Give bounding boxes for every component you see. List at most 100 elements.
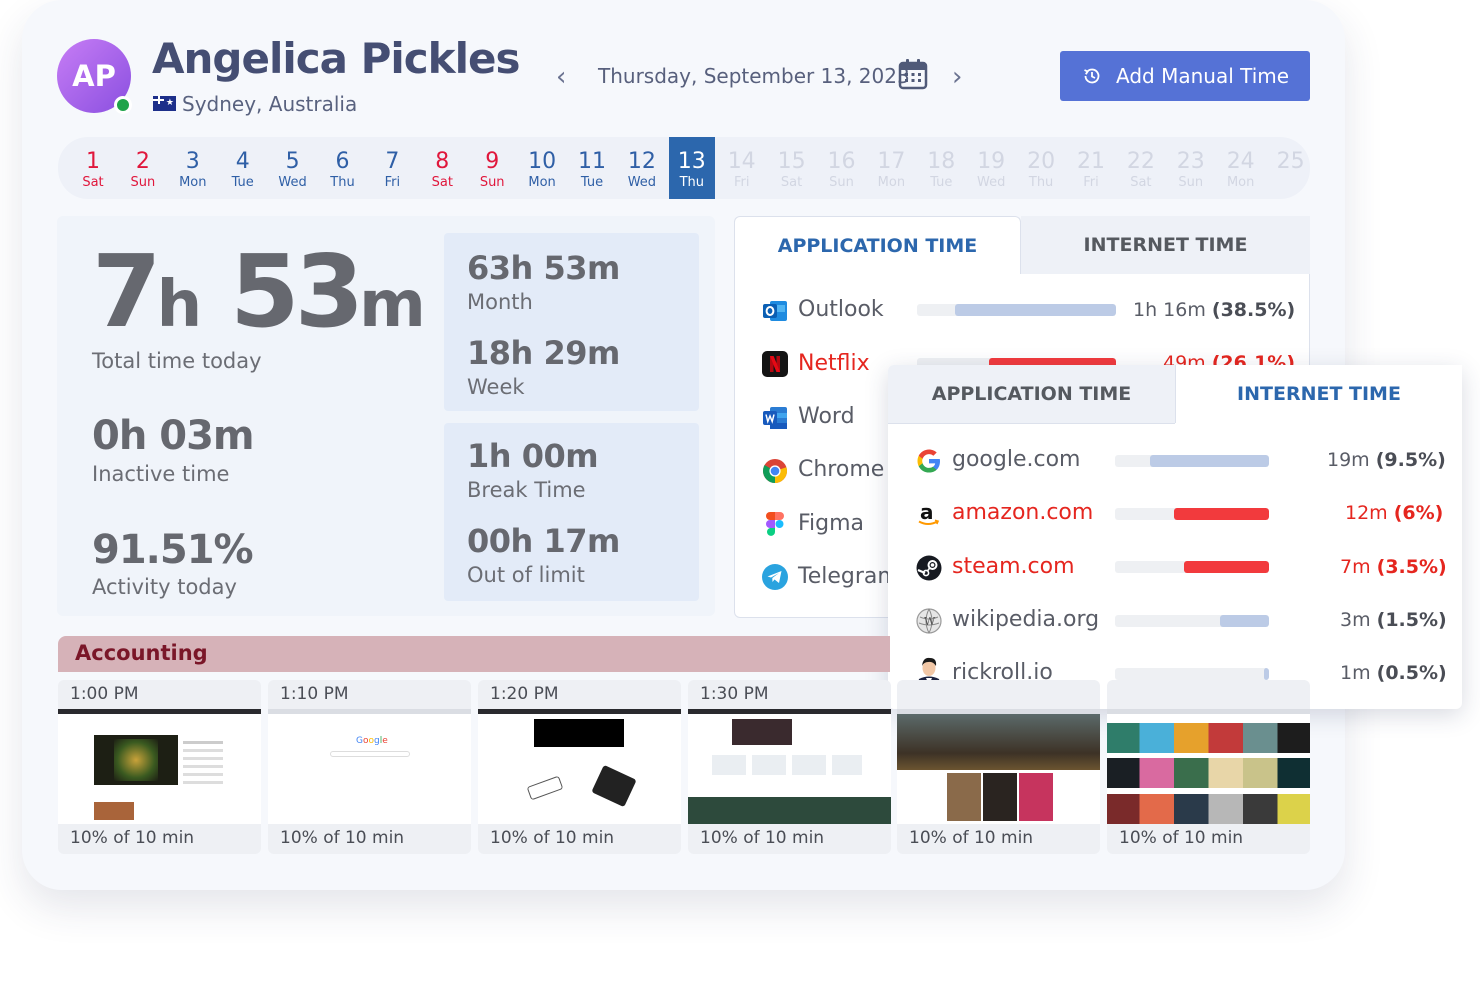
day-weekday: Sat [82, 175, 104, 190]
day-18[interactable]: 18 Tue [918, 137, 964, 199]
day-21[interactable]: 21 Fri [1068, 137, 1114, 199]
day-weekday: Sun [829, 175, 854, 190]
screenshot-thumbnail[interactable] [1107, 709, 1310, 824]
tab-internet-time-overlay[interactable]: INTERNET TIME [1175, 365, 1462, 423]
day-number: 17 [877, 149, 906, 174]
week-label: Week [467, 375, 525, 399]
chevron-right-icon[interactable]: › [952, 62, 962, 92]
screenshot-card[interactable]: 10% of 10 min [897, 680, 1100, 854]
day-number: 21 [1077, 149, 1105, 174]
day-17[interactable]: 17 Mon [868, 137, 914, 199]
site-time-wikipedia: 3m (1.5%) [1340, 609, 1447, 631]
day-weekday: Sat [1130, 175, 1152, 190]
app-name-telegram: Telegram [798, 564, 899, 589]
day-number: 16 [827, 149, 856, 174]
day-20[interactable]: 20 Thu [1018, 137, 1064, 199]
add-manual-time-label: Add Manual Time [1116, 64, 1290, 88]
day-number: 1 [86, 149, 100, 174]
week-value: 18h 29m [467, 334, 620, 372]
day-weekday: Tue [580, 175, 604, 190]
day-10[interactable]: 10 Mon [519, 137, 565, 199]
day-weekday: Thu [1028, 175, 1054, 190]
day-6[interactable]: 6 Thu [320, 137, 366, 199]
day-11[interactable]: 11 Tue [569, 137, 615, 199]
screenshot-time: 1:00 PM [70, 684, 139, 704]
figma-icon [766, 512, 784, 536]
australia-flag-icon [153, 96, 176, 111]
day-1[interactable]: 1 Sat [70, 137, 116, 199]
screenshot-time: 1:20 PM [490, 684, 559, 704]
day-number: 25 [1276, 149, 1305, 174]
site-time-steam: 7m (3.5%) [1340, 556, 1447, 578]
day-weekday: Wed [278, 175, 307, 190]
day-8[interactable]: 8 Sat [419, 137, 465, 199]
day-number: 2 [135, 149, 150, 174]
day-2[interactable]: 2 Sun [120, 137, 166, 199]
tab-application-time-overlay[interactable]: APPLICATION TIME [888, 365, 1175, 423]
day-25[interactable]: 25 [1268, 137, 1310, 199]
site-bar-google [1115, 455, 1269, 467]
app-bar-fill [954, 304, 1116, 316]
day-weekday: Sat [780, 175, 803, 190]
break-time-value: 1h 00m [467, 437, 599, 475]
telegram-icon [762, 564, 788, 590]
screenshot-card[interactable]: 1:10 PM Google 10% of 10 min [268, 680, 471, 854]
screenshot-thumbnail[interactable] [688, 709, 891, 824]
day-weekday: Mon [179, 175, 207, 190]
day-22[interactable]: 22 Sat [1118, 137, 1164, 199]
site-time-rickroll: 1m (0.5%) [1340, 662, 1447, 684]
day-14[interactable]: 14 Fri [719, 137, 765, 199]
day-number: 10 [528, 149, 557, 174]
screenshot-card[interactable]: 1:20 PM 10% of 10 min [478, 680, 681, 854]
screenshot-thumbnail[interactable] [478, 709, 681, 824]
day-13[interactable]: 13 Thu [668, 137, 715, 199]
chevron-left-icon[interactable]: ‹ [556, 62, 566, 92]
day-23[interactable]: 23 Sun [1168, 137, 1214, 199]
screenshot-time: 1:30 PM [700, 684, 769, 704]
out-of-limit-value: 00h 17m [467, 522, 620, 560]
site-bar-fill [1184, 561, 1269, 573]
month-label: Month [467, 290, 533, 314]
inactive-time-label: Inactive time [92, 462, 230, 486]
total-time-label: Total time today [92, 349, 262, 373]
day-9[interactable]: 9 Sun [469, 137, 515, 199]
site-name-amazon: amazon.com [952, 500, 1094, 525]
day-12[interactable]: 12 Wed [619, 137, 665, 199]
day-4[interactable]: 4 Tue [220, 137, 266, 199]
add-manual-time-button[interactable]: Add Manual Time [1060, 51, 1310, 101]
screenshot-thumbnail[interactable] [897, 709, 1100, 824]
day-number: 7 [385, 149, 400, 174]
app-name-figma: Figma [798, 511, 865, 536]
day-weekday: Fri [384, 175, 401, 190]
day-number: 9 [485, 149, 500, 174]
day-3[interactable]: 3 Mon [170, 137, 216, 199]
wikipedia-icon: W [916, 608, 942, 634]
day-24[interactable]: 24 Mon [1218, 137, 1264, 199]
site-bar-fill [1173, 508, 1269, 520]
screenshot-thumbnail[interactable]: Google [268, 709, 471, 824]
day-number: 8 [435, 149, 450, 174]
day-5[interactable]: 5 Wed [270, 137, 316, 199]
day-15[interactable]: 15 Sat [769, 137, 815, 199]
site-bar-wikipedia [1115, 615, 1269, 627]
day-weekday: Tue [930, 175, 953, 190]
screenshot-card[interactable]: 1:00 PM 10% of 10 min [58, 680, 261, 854]
day-weekday: Tue [231, 175, 254, 190]
amazon-icon: a [918, 500, 940, 525]
tab-application-time[interactable]: APPLICATION TIME [734, 216, 1021, 274]
site-bar-rickroll [1115, 668, 1269, 680]
calendar-icon[interactable] [898, 58, 928, 90]
day-16[interactable]: 16 Sun [819, 137, 865, 199]
screenshot-card[interactable]: 10% of 10 min [1107, 680, 1310, 854]
day-7[interactable]: 7 Fri [369, 137, 415, 199]
tab-internet-time[interactable]: INTERNET TIME [1021, 216, 1310, 274]
screenshot-thumbnail[interactable] [58, 709, 261, 824]
site-time-google: 19m (9.5%) [1327, 449, 1446, 471]
activity-value: 91.51% [92, 527, 254, 573]
current-date: Thursday, September 13, 2023 [598, 64, 910, 88]
online-status-dot [114, 96, 132, 114]
screenshot-time: 1:10 PM [280, 684, 349, 704]
day-19[interactable]: 19 Wed [968, 137, 1014, 199]
screenshot-card[interactable]: 1:30 PM 10% of 10 min [688, 680, 891, 854]
day-number: 12 [627, 149, 656, 174]
